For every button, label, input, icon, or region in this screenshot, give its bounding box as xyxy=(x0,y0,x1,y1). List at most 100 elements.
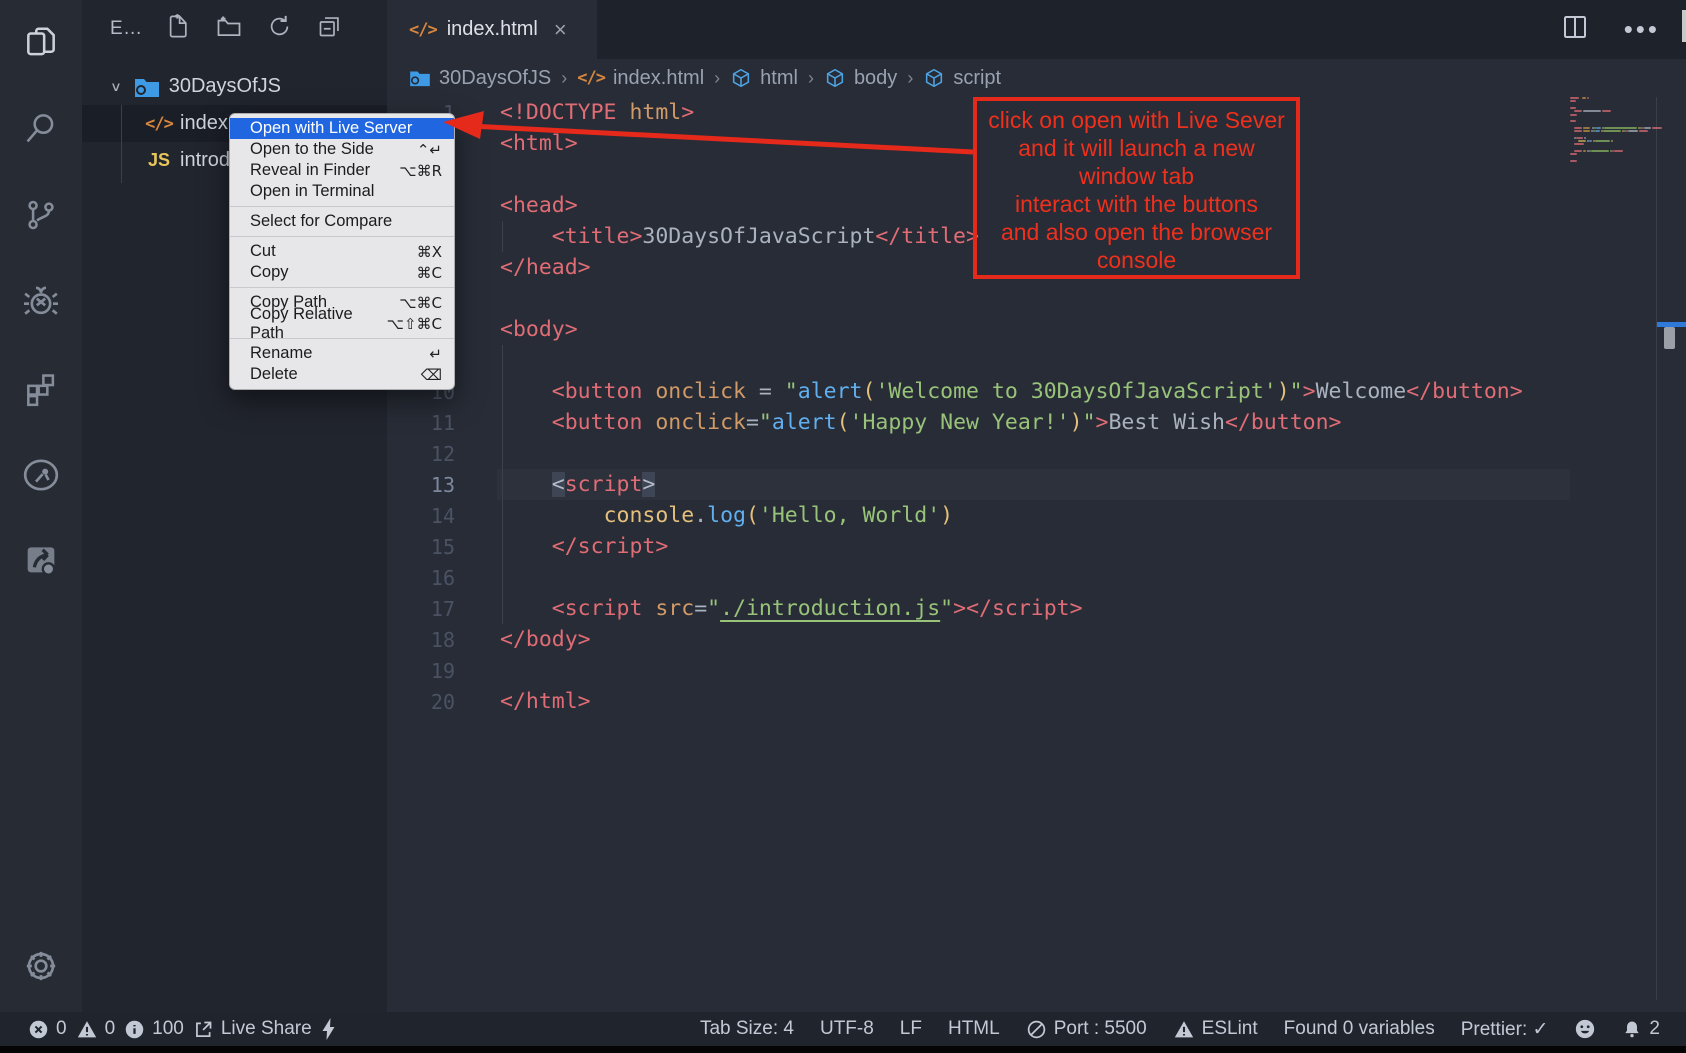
folder-root-row[interactable]: ∨ 30DaysOfJS xyxy=(82,68,387,105)
code-line-16: 16 xyxy=(387,562,1686,593)
split-editor-icon[interactable] xyxy=(1560,12,1590,47)
status-infos[interactable]: 100 xyxy=(124,1018,184,1040)
tab-index-html[interactable]: </> index.html × xyxy=(387,0,597,59)
minimap-line xyxy=(1570,160,1577,162)
minimap[interactable] xyxy=(1570,97,1655,197)
status-feedback[interactable] xyxy=(1574,1018,1596,1040)
line-number: 16 xyxy=(387,566,455,590)
shortcut-hint: ↵ xyxy=(429,345,442,363)
line-number: 15 xyxy=(387,535,455,559)
menu-item-delete[interactable]: Delete⌫ xyxy=(230,364,454,385)
run-debug-icon[interactable] xyxy=(0,267,82,337)
breadcrumb-item-body[interactable]: body xyxy=(824,67,897,90)
minimap-line xyxy=(1570,114,1577,116)
status-eslint[interactable]: ESLint xyxy=(1173,1018,1258,1040)
menu-item-open-to-the-side[interactable]: Open to the Side⌃↵ xyxy=(230,139,454,160)
minimap-line xyxy=(1614,150,1623,152)
menu-item-copy-relative-path[interactable]: Copy Relative Path⌥⇧⌘C xyxy=(230,313,454,334)
bottom-strip xyxy=(0,1046,1686,1053)
live-share-icon[interactable] xyxy=(0,440,82,510)
warn2-icon xyxy=(1173,1019,1195,1040)
status-live-share[interactable]: Live Share xyxy=(193,1018,312,1040)
status-port[interactable]: Port : 5500 xyxy=(1026,1018,1147,1040)
code-line-17: 17 <script src="./introduction.js"></scr… xyxy=(387,593,1686,624)
status-eol[interactable]: LF xyxy=(900,1018,922,1040)
tab-bar: </> index.html × ••• xyxy=(387,0,1686,59)
tab-close-icon[interactable]: × xyxy=(554,19,567,41)
explorer-header: E… xyxy=(82,10,387,48)
more-actions-icon[interactable]: ••• xyxy=(1624,14,1660,45)
menu-item-rename[interactable]: Rename↵ xyxy=(230,343,454,364)
search-icon[interactable] xyxy=(0,93,82,163)
code-line-9: 9 xyxy=(387,345,1686,376)
menu-item-open-in-terminal[interactable]: Open in Terminal xyxy=(230,181,454,202)
code-line-7: 7 xyxy=(387,283,1686,314)
status-notifications[interactable]: 2 xyxy=(1622,1018,1660,1040)
explorer-title: E… xyxy=(110,18,143,40)
breadcrumb-item-30DaysOfJS[interactable]: 30DaysOfJS xyxy=(409,67,551,90)
status-language-mode[interactable]: HTML xyxy=(948,1018,1000,1040)
menu-separator xyxy=(230,287,454,288)
minimap-line xyxy=(1576,137,1582,139)
minimap-line xyxy=(1628,130,1637,132)
js-file-icon: JS xyxy=(144,150,174,171)
minimap-line xyxy=(1596,127,1601,129)
status-prettier[interactable]: Prettier: ✓ xyxy=(1461,1018,1549,1041)
folder-icon xyxy=(409,69,431,87)
code-line-8: 8<body> xyxy=(387,314,1686,345)
minimap-line xyxy=(1583,110,1602,112)
shortcut-hint: ⌫ xyxy=(421,366,442,384)
editor-scrollbar-thumb[interactable] xyxy=(1664,327,1675,349)
menu-item-open-with-live-server[interactable]: Open with Live Server xyxy=(230,118,454,139)
breadcrumb-item-html[interactable]: html xyxy=(730,67,798,90)
settings-gear-icon[interactable] xyxy=(0,931,82,1001)
source-control-icon[interactable] xyxy=(0,180,82,250)
minimap-line xyxy=(1574,110,1581,112)
menu-separator xyxy=(230,206,454,207)
root-folder-label: 30DaysOfJS xyxy=(169,75,281,98)
annotation-text: and also open the browser xyxy=(977,218,1296,246)
annotation-text: interact with the buttons xyxy=(977,190,1296,218)
share-icon xyxy=(193,1019,214,1040)
menu-item-reveal-in-finder[interactable]: Reveal in Finder⌥⌘R xyxy=(230,160,454,181)
shortcut-hint: ⌃↵ xyxy=(417,141,442,159)
status-errors[interactable]: 0 xyxy=(28,1018,67,1040)
new-file-icon[interactable] xyxy=(165,13,192,46)
status-variables[interactable]: Found 0 variables xyxy=(1284,1018,1435,1040)
status-tab-size[interactable]: Tab Size: 4 xyxy=(700,1018,794,1040)
html-file-icon: </> xyxy=(409,20,437,40)
breadcrumb-separator: › xyxy=(714,68,720,89)
share-session-icon[interactable] xyxy=(0,524,82,594)
status-encoding[interactable]: UTF-8 xyxy=(820,1018,874,1040)
breadcrumb-item-script[interactable]: script xyxy=(923,67,1001,90)
code-line-11: 11 <button onclick="alert('Happy New Yea… xyxy=(387,407,1686,438)
breadcrumb-separator: › xyxy=(808,68,814,89)
bell-icon xyxy=(1622,1018,1642,1040)
code-line-15: 15 </script> xyxy=(387,531,1686,562)
minimap-line xyxy=(1570,107,1576,109)
status-warnings[interactable]: 0 xyxy=(76,1018,116,1040)
new-folder-icon[interactable] xyxy=(215,13,243,46)
menu-item-select-for-compare[interactable]: Select for Compare xyxy=(230,211,454,232)
explorer-icon[interactable] xyxy=(0,8,82,78)
collapse-all-icon[interactable] xyxy=(316,13,343,46)
window-scrollbar-sliver xyxy=(1682,10,1686,42)
indent-guide xyxy=(502,221,503,252)
annotation-text: click on open with Live Sever xyxy=(977,106,1296,134)
minimap-line xyxy=(1595,140,1610,142)
breadcrumb-item-index.html[interactable]: </>index.html xyxy=(577,67,704,90)
minimap-line xyxy=(1602,110,1610,112)
code-line-12: 12 xyxy=(387,438,1686,469)
refresh-icon[interactable] xyxy=(266,13,293,46)
minimap-line xyxy=(1574,150,1581,152)
status-bolt[interactable] xyxy=(321,1017,336,1041)
annotation-box: click on open with Live Severand it will… xyxy=(973,97,1300,279)
extensions-icon[interactable] xyxy=(0,354,82,424)
menu-item-cut[interactable]: Cut⌘X xyxy=(230,241,454,262)
minimap-line xyxy=(1639,130,1648,132)
menu-item-copy[interactable]: Copy⌘C xyxy=(230,262,454,283)
breadcrumb-separator: › xyxy=(561,68,567,89)
minimap-line xyxy=(1584,137,1586,139)
line-number: 19 xyxy=(387,659,455,683)
code-line-20: 20</html> xyxy=(387,686,1686,717)
